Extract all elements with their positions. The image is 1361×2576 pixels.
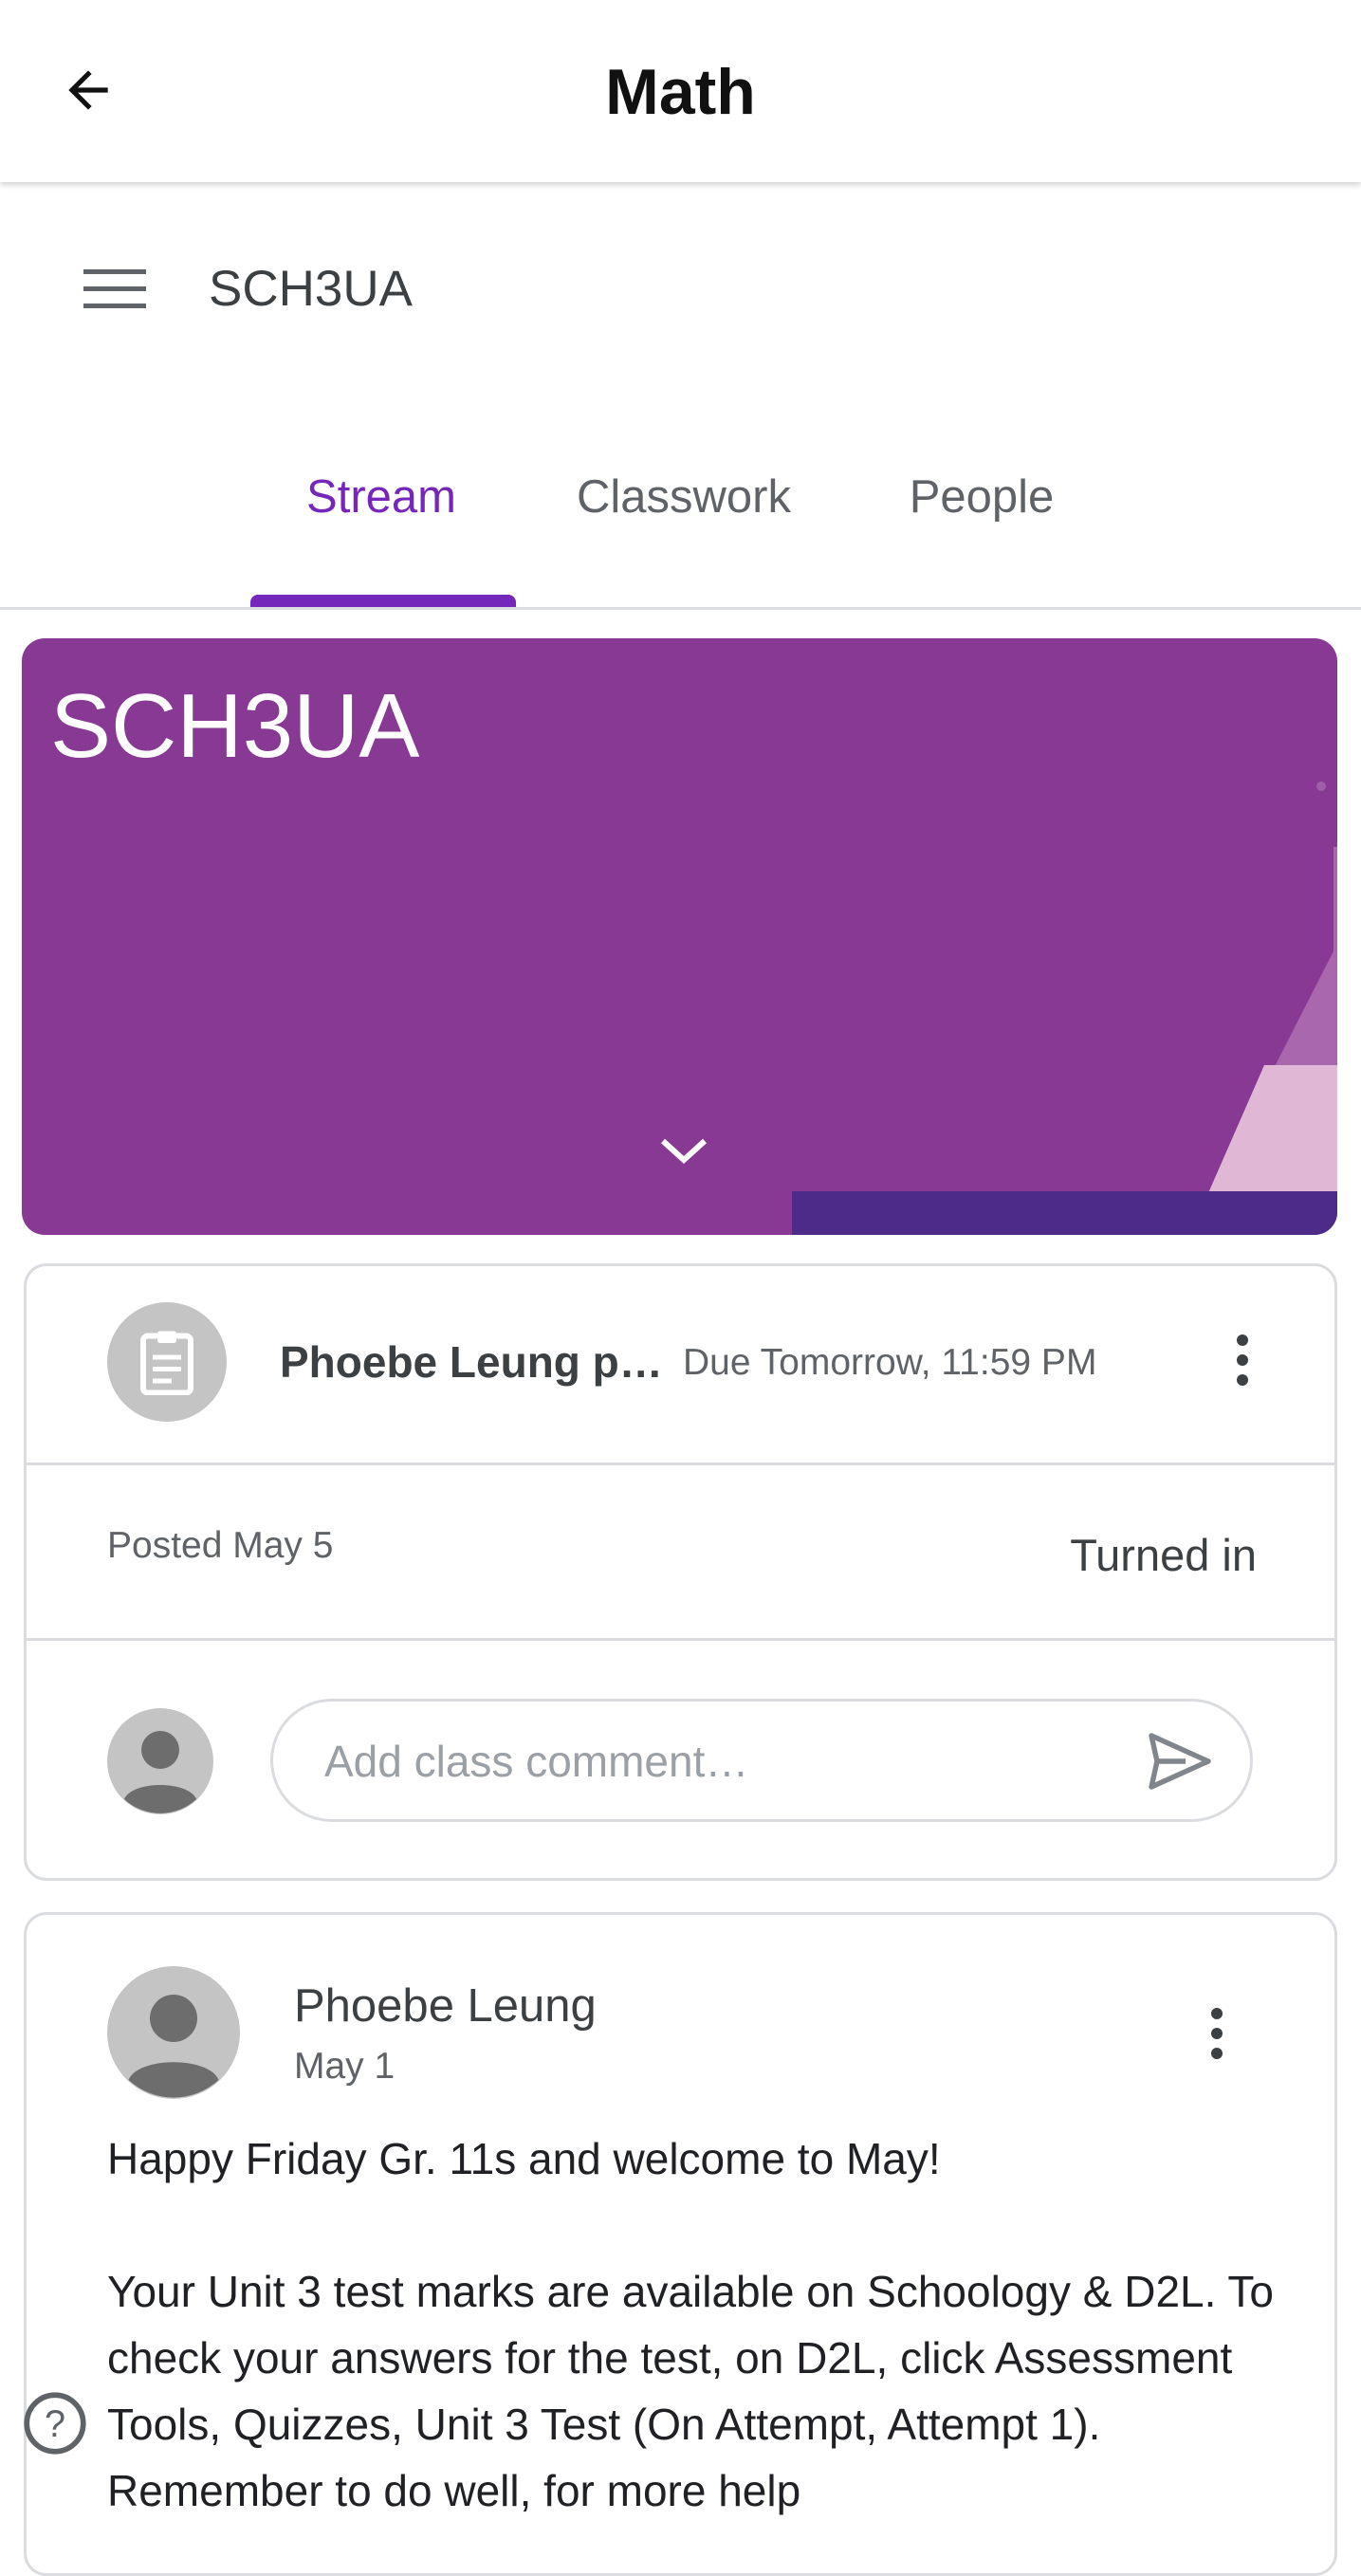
chevron-down-icon[interactable] [657,1132,710,1169]
due-date: Due Tomorrow, 11:59 PM [683,1342,1097,1383]
status-badge: Turned in [1070,1530,1257,1580]
tabs-divider [0,607,1361,610]
tab-people[interactable]: People [910,470,1055,524]
more-options-icon[interactable] [1237,1334,1250,1394]
posted-date: Posted May 5 [107,1525,334,1566]
svg-text:?: ? [45,2403,65,2445]
banner-title: SCH3UA [50,675,420,777]
author-avatar [107,1966,240,2099]
class-name: SCH3UA [209,261,414,317]
more-options-icon[interactable] [1211,2008,1224,2068]
comment-input[interactable]: Add class comment… [270,1699,1253,1822]
divider [27,1463,1334,1465]
announcement-body: Happy Friday Gr. 11s and welcome to May!… [107,2125,1274,2524]
help-icon[interactable]: ? [23,2391,87,2456]
divider [27,1638,1334,1641]
active-tab-indicator [250,595,516,608]
class-banner: SCH3UA [22,638,1337,1235]
tab-stream[interactable]: Stream [306,470,456,524]
announcement-paragraph: Your Unit 3 test marks are available on … [107,2267,1274,2515]
page-title: Math [605,56,756,128]
author-name: Phoebe Leung [294,1980,597,2032]
clipboard-icon [140,1331,193,1395]
post-date: May 1 [294,2046,395,2087]
assignment-card: Phoebe Leung p… Due Tomorrow, 11:59 PM P… [24,1263,1337,1881]
user-avatar [107,1708,213,1814]
app-header: Math [0,0,1361,182]
tab-classwork[interactable]: Classwork [577,470,791,524]
assignment-icon-circle [107,1302,227,1422]
comment-placeholder: Add class comment… [324,1737,749,1786]
assignment-title[interactable]: Phoebe Leung p… [280,1336,663,1388]
hamburger-menu-icon[interactable] [83,267,148,311]
announcement-card: Phoebe Leung May 1 Happy Friday Gr. 11s … [24,1912,1337,2576]
announcement-paragraph: Happy Friday Gr. 11s and welcome to May! [107,2134,941,2183]
send-icon[interactable] [1146,1730,1214,1793]
